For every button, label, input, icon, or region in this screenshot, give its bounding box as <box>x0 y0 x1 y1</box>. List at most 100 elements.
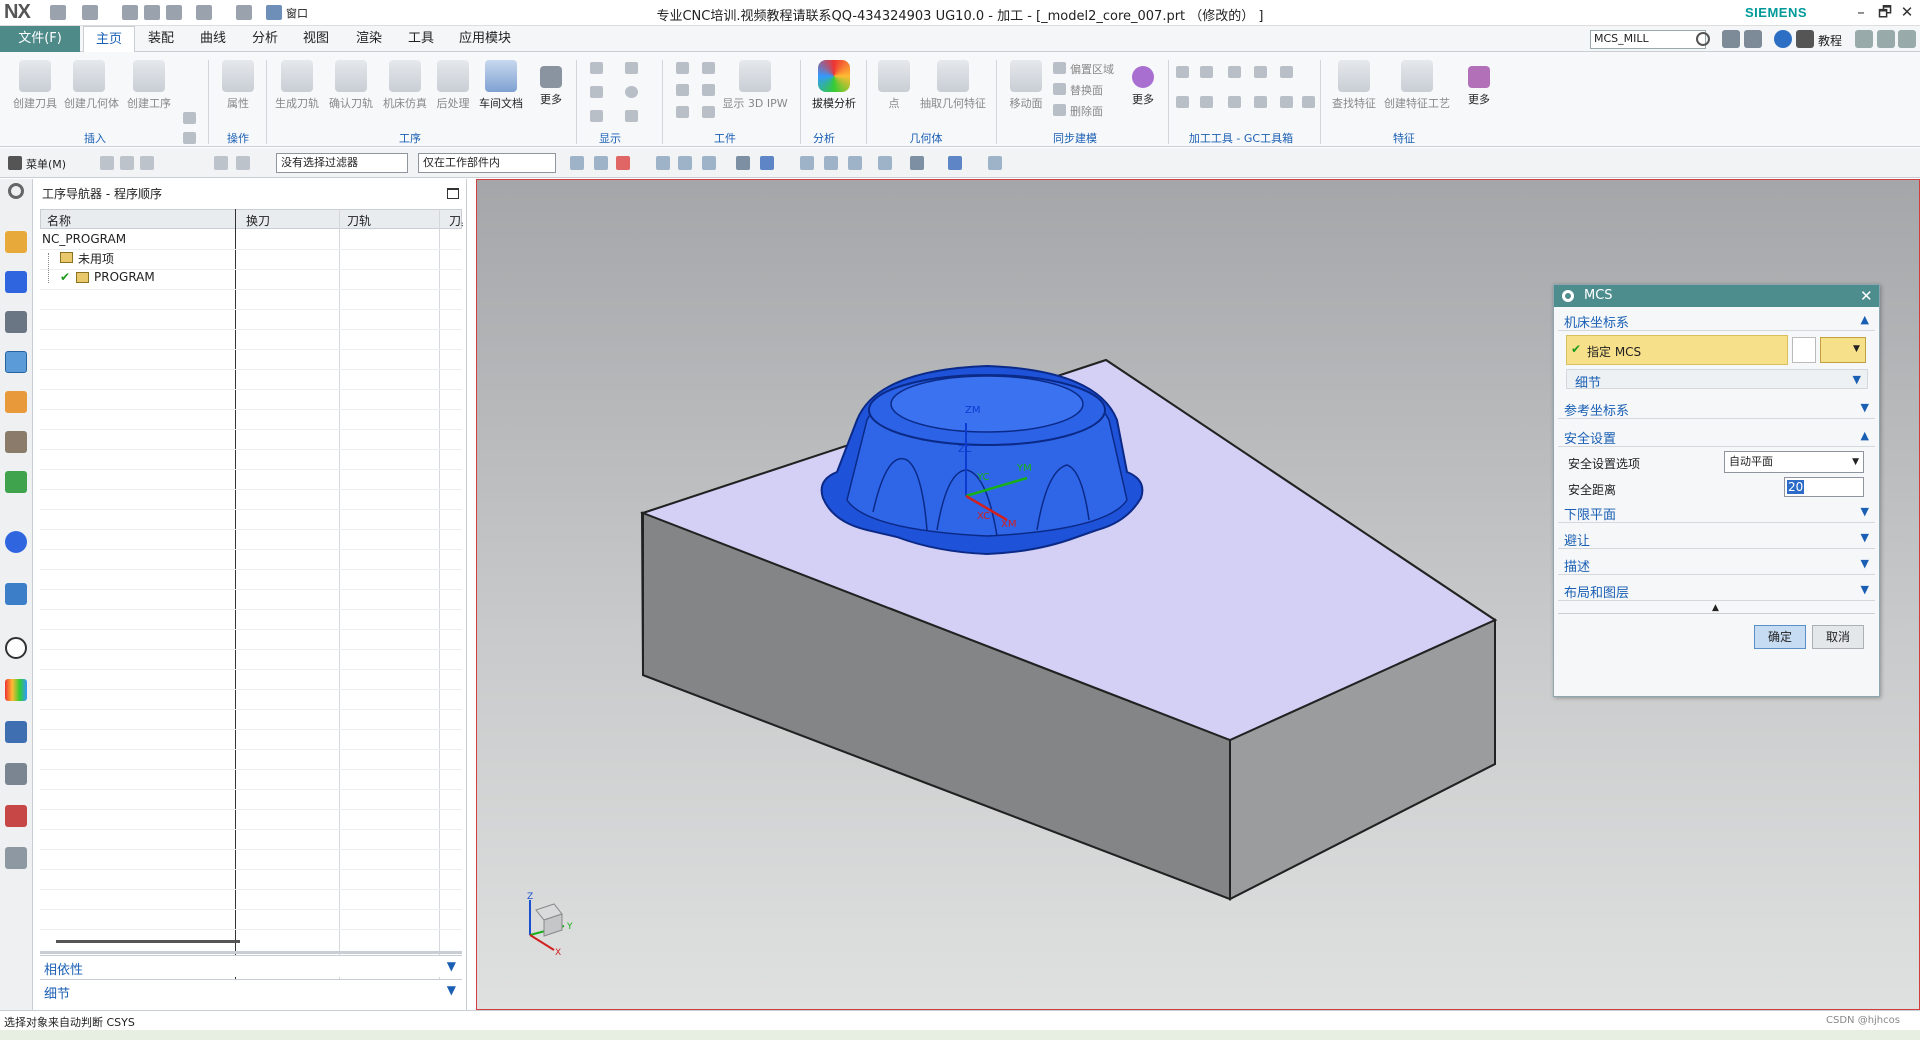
part-navigator-icon[interactable] <box>5 231 27 253</box>
generate-toolpath-button[interactable]: 生成刀轨 <box>272 58 322 128</box>
more-feature-button[interactable]: 更多 <box>1456 58 1502 128</box>
ribbon-restore-icon[interactable] <box>1877 30 1895 48</box>
settings-icon[interactable] <box>8 183 24 199</box>
system-icon[interactable] <box>5 847 27 869</box>
maximize-icon[interactable] <box>447 188 459 199</box>
column-name[interactable]: 名称 <box>47 212 71 229</box>
workpiece-small-icon[interactable] <box>676 84 689 96</box>
gc-tool-icon[interactable] <box>1302 96 1315 108</box>
toolbar-icon[interactable] <box>616 156 630 170</box>
tab-view[interactable]: 视图 <box>291 26 341 52</box>
column-toolpath[interactable]: 刀轨 <box>347 212 371 229</box>
section-reference-csys[interactable]: 参考坐标系 ▼ <box>1558 397 1875 419</box>
show-3d-ipw-button[interactable]: 显示 3D IPW <box>720 58 790 128</box>
library-icon[interactable] <box>5 471 27 493</box>
toolbar-icon[interactable] <box>800 156 814 170</box>
gc-tool-icon[interactable] <box>1254 96 1267 108</box>
delete-face-label[interactable]: 删除面 <box>1070 103 1103 119</box>
toolbar-icon[interactable] <box>702 156 716 170</box>
feature-process-button[interactable]: 创建特征工艺 <box>1384 58 1450 128</box>
assembly-navigator-icon[interactable] <box>5 271 27 293</box>
display-small-icon[interactable] <box>590 110 603 122</box>
column-tool-change[interactable]: 换刀 <box>246 212 270 229</box>
dependencies-panel[interactable]: 相依性 ▼ <box>40 955 462 978</box>
role-icon[interactable] <box>5 805 27 827</box>
help-icon[interactable] <box>1774 30 1792 48</box>
gc-tool-icon[interactable] <box>1200 66 1213 78</box>
toolbar-icon[interactable] <box>910 156 924 170</box>
search-icon[interactable] <box>1696 32 1710 46</box>
display-small-icon[interactable] <box>625 62 638 74</box>
tab-analysis[interactable]: 分析 <box>240 26 290 52</box>
toolbar-icon[interactable] <box>948 156 962 170</box>
gc-tool-icon[interactable] <box>1280 96 1293 108</box>
specify-mcs-row[interactable]: ✔ 指定 MCS <box>1566 335 1788 365</box>
toolbar-icon[interactable] <box>594 156 608 170</box>
operation-navigator-icon[interactable] <box>5 351 27 373</box>
gc-tool-icon[interactable] <box>1200 96 1213 108</box>
gc-tool-icon[interactable] <box>1176 66 1189 78</box>
find-feature-button[interactable]: 查找特征 <box>1326 58 1382 128</box>
ok-button[interactable]: 确定 <box>1754 625 1806 649</box>
horizontal-scrollbar[interactable] <box>56 940 240 943</box>
insert-small-icon[interactable] <box>183 132 196 144</box>
csys-dialog-icon[interactable] <box>1792 337 1816 363</box>
process-icon[interactable] <box>5 763 27 785</box>
ribbon-close-icon[interactable] <box>1898 30 1916 48</box>
type-filter-select[interactable]: 没有选择过滤器 <box>276 153 408 173</box>
toolbar-icon[interactable] <box>878 156 892 170</box>
details-panel[interactable]: 细节 ▼ <box>40 979 462 1002</box>
gc-tool-icon[interactable] <box>1254 66 1267 78</box>
details-subsection[interactable]: 细节 ▼ <box>1566 369 1868 391</box>
create-operation-button[interactable]: 创建工序 <box>124 58 174 128</box>
section-description[interactable]: 描述 ▼ <box>1558 553 1875 575</box>
snap-icon[interactable] <box>214 156 228 170</box>
dialog-title[interactable]: MCS <box>1554 285 1879 307</box>
gc-tool-icon[interactable] <box>1228 96 1241 108</box>
menu-button[interactable]: 菜单(M) <box>26 156 66 172</box>
toolbar-icon[interactable] <box>760 156 774 170</box>
snap-icon[interactable] <box>120 156 134 170</box>
constraint-navigator-icon[interactable] <box>5 311 27 333</box>
create-geometry-button[interactable]: 创建几何体 <box>64 58 119 128</box>
postprocess-button[interactable]: 后处理 <box>428 58 478 128</box>
section-avoidance[interactable]: 避让 ▼ <box>1558 527 1875 549</box>
draft-analysis-button[interactable]: 拔模分析 <box>806 58 862 128</box>
home-icon[interactable] <box>1744 30 1762 48</box>
tutorial-label[interactable]: 教程 <box>1818 32 1842 49</box>
replace-face-label[interactable]: 替换面 <box>1070 82 1103 98</box>
collapse-icon[interactable]: ▲ <box>1712 603 1719 613</box>
tab-home[interactable]: 主页 <box>83 26 136 52</box>
splitter[interactable] <box>40 951 462 954</box>
toolbar-icon[interactable] <box>656 156 670 170</box>
tab-render[interactable]: 渲染 <box>344 26 394 52</box>
safety-distance-input[interactable]: 20 <box>1784 477 1864 497</box>
csys-type-dropdown[interactable]: ▼ <box>1820 337 1866 363</box>
display-small-icon[interactable] <box>590 62 603 74</box>
close-icon[interactable]: ✕ <box>1860 287 1873 305</box>
section-lower-limit-plane[interactable]: 下限平面 ▼ <box>1558 501 1875 523</box>
machine-navigator-icon[interactable] <box>5 391 27 413</box>
display-small-icon[interactable] <box>590 86 603 98</box>
toolbar-icon[interactable] <box>736 156 750 170</box>
cancel-button[interactable]: 取消 <box>1812 625 1864 649</box>
gc-tool-icon[interactable] <box>1280 66 1293 78</box>
snap-icon[interactable] <box>140 156 154 170</box>
roles-icon[interactable] <box>1722 30 1740 48</box>
web-browser-icon[interactable] <box>5 583 27 605</box>
offset-region-label[interactable]: 偏置区域 <box>1070 61 1114 77</box>
column-tool[interactable]: 刀具 <box>449 212 463 229</box>
insert-small-icon[interactable] <box>183 112 196 124</box>
display-small-icon[interactable] <box>625 110 638 122</box>
gc-tool-icon[interactable] <box>1176 96 1189 108</box>
more-sync-button[interactable]: 更多 <box>1120 58 1166 128</box>
more-operations-button[interactable]: 更多 <box>528 58 574 128</box>
tree-item-nc-program[interactable]: NC_PROGRAM <box>42 232 126 246</box>
verify-toolpath-button[interactable]: 确认刀轨 <box>326 58 376 128</box>
command-search-input[interactable]: MCS_MILL <box>1590 30 1706 49</box>
display-small-icon[interactable] <box>625 86 638 98</box>
create-tool-button[interactable]: 创建刀具 <box>10 58 60 128</box>
snap-icon[interactable] <box>100 156 114 170</box>
history-icon[interactable] <box>5 637 27 659</box>
properties-button[interactable]: 属性 <box>213 58 263 128</box>
